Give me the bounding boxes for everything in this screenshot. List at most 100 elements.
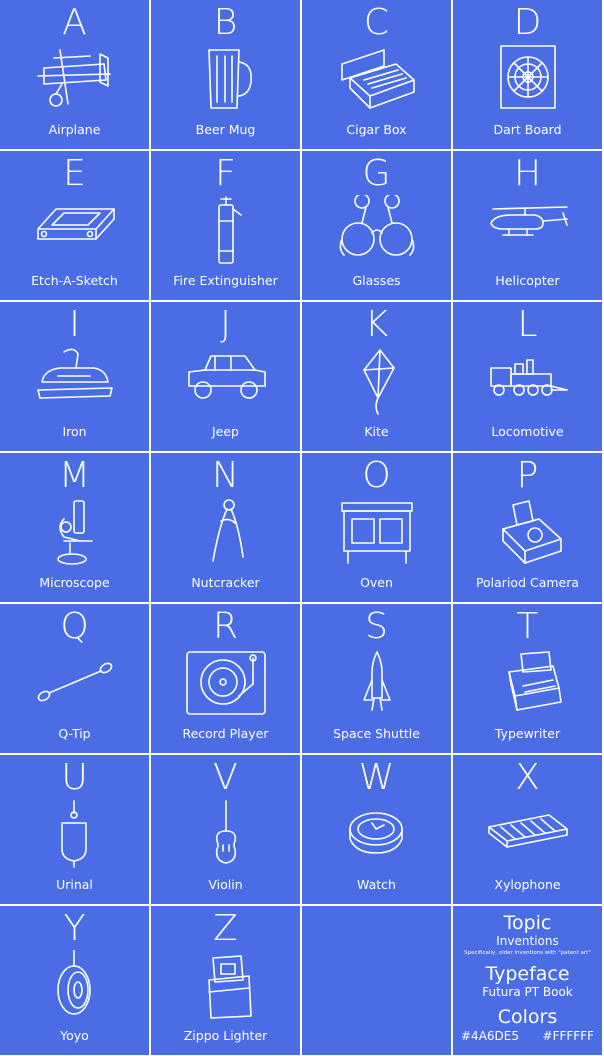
tile-name: Jeep xyxy=(211,424,239,439)
tile-i: I Iron xyxy=(0,302,149,451)
legend-tile: Topic Inventions Specifically, older inv… xyxy=(453,906,602,1055)
iron-icon xyxy=(34,346,116,416)
tile-name: Nutcracker xyxy=(191,575,260,590)
tile-letter: A xyxy=(62,2,87,43)
watch-icon xyxy=(336,799,418,869)
cigar-box-icon xyxy=(336,44,418,114)
tile-letter: M xyxy=(58,455,91,496)
tile-name: Space Shuttle xyxy=(333,726,420,741)
space-shuttle-icon xyxy=(336,648,418,718)
tile-f: F Fire Extinguisher xyxy=(151,151,300,300)
tile-letter: L xyxy=(517,304,538,345)
tile-name: Violin xyxy=(208,877,243,892)
tile-o: O Oven xyxy=(302,453,451,602)
tile-q: Q Q-Tip xyxy=(0,604,149,753)
airplane-icon xyxy=(34,44,116,114)
jeep-icon xyxy=(185,346,267,416)
tile-empty xyxy=(302,906,451,1055)
dart-board-icon xyxy=(487,44,569,114)
tile-p: P Polariod Camera xyxy=(453,453,602,602)
beer-mug-icon xyxy=(185,44,267,114)
tile-s: S Space Shuttle xyxy=(302,604,451,753)
tile-letter: H xyxy=(513,153,542,194)
helicopter-icon xyxy=(487,195,569,265)
typeface-value: Futura PT Book xyxy=(482,985,573,999)
tile-name: Typewriter xyxy=(494,726,561,741)
tile-j: J Jeep xyxy=(151,302,300,451)
tile-name: Dart Board xyxy=(493,122,562,137)
tile-letter: S xyxy=(365,606,388,647)
tile-letter: B xyxy=(213,2,238,43)
tile-name: Oven xyxy=(360,575,393,590)
tile-l: L Locomotive xyxy=(453,302,602,451)
xylophone-icon xyxy=(487,799,569,869)
tile-letter: Y xyxy=(63,908,86,949)
tile-name: Yoyo xyxy=(60,1028,89,1043)
tile-name: Kite xyxy=(364,424,389,439)
tile-e: E Etch-A-Sketch xyxy=(0,151,149,300)
locomotive-icon xyxy=(487,346,569,416)
tile-letter: T xyxy=(516,606,539,647)
tile-letter: P xyxy=(516,455,539,496)
tile-name: Q-Tip xyxy=(58,726,91,741)
q-tip-icon xyxy=(34,648,116,718)
tile-w: W Watch xyxy=(302,755,451,904)
tile-name: Urinal xyxy=(56,877,93,892)
violin-icon xyxy=(185,799,267,869)
typewriter-icon xyxy=(487,648,569,718)
tile-t: T Typewriter xyxy=(453,604,602,753)
tile-letter: V xyxy=(213,757,238,798)
tile-letter: X xyxy=(515,757,540,798)
tile-letter: Z xyxy=(213,908,238,949)
tile-name: Airplane xyxy=(48,122,101,137)
tile-name: Xylophone xyxy=(494,877,561,892)
yoyo-icon xyxy=(34,950,116,1020)
urinal-icon xyxy=(34,799,116,869)
typeface-heading: Typeface xyxy=(485,963,570,985)
topic-note: Specifically, older inventions with "pat… xyxy=(464,950,591,956)
tile-letter: E xyxy=(63,153,86,194)
tile-letter: U xyxy=(61,757,88,798)
tile-letter: F xyxy=(215,153,236,194)
color-code-1: #4A6DE5 xyxy=(461,1029,519,1043)
tile-name: Etch-A-Sketch xyxy=(31,273,118,288)
record-player-icon xyxy=(185,648,267,718)
topic-heading: Topic xyxy=(503,912,552,934)
tile-g: G Glasses xyxy=(302,151,451,300)
fire-extinguisher-icon xyxy=(185,195,267,265)
alphabet-grid: A Airplane B Beer Mug C Cigar Box D Dart Boa… xyxy=(0,0,604,1056)
tile-name: Record Player xyxy=(182,726,269,741)
kite-icon xyxy=(336,346,418,416)
tile-name: Watch xyxy=(357,877,396,892)
etch-a-sketch-icon xyxy=(34,195,116,265)
tile-d: D Dart Board xyxy=(453,0,602,149)
tile-a: A Airplane xyxy=(0,0,149,149)
colors-heading: Colors xyxy=(497,1006,558,1028)
tile-n: N Nutcracker xyxy=(151,453,300,602)
nutcracker-icon xyxy=(185,497,267,567)
tile-name: Helicopter xyxy=(495,273,560,288)
tile-name: Fire Extinguisher xyxy=(173,273,278,288)
tile-letter: W xyxy=(358,757,395,798)
glasses-icon xyxy=(336,195,418,265)
tile-b: B Beer Mug xyxy=(151,0,300,149)
tile-x: X Xylophone xyxy=(453,755,602,904)
tile-letter: D xyxy=(513,2,542,43)
tile-r: R Record Player xyxy=(151,604,300,753)
tile-letter: O xyxy=(362,455,391,496)
topic-value: Inventions xyxy=(496,934,559,948)
tile-letter: J xyxy=(220,304,231,345)
tile-m: M Microscope xyxy=(0,453,149,602)
color-codes: #4A6DE5 #FFFFFF xyxy=(453,1029,602,1044)
tile-letter: G xyxy=(362,153,391,194)
tile-y: Y Yoyo xyxy=(0,906,149,1055)
tile-letter: I xyxy=(69,304,80,345)
tile-letter: C xyxy=(363,2,390,43)
tile-v: V Violin xyxy=(151,755,300,904)
microscope-icon xyxy=(34,497,116,567)
tile-name: Glasses xyxy=(352,273,401,288)
tile-letter: R xyxy=(212,606,238,647)
color-code-2: #FFFFFF xyxy=(542,1029,594,1043)
tile-c: C Cigar Box xyxy=(302,0,451,149)
tile-k: K Kite xyxy=(302,302,451,451)
